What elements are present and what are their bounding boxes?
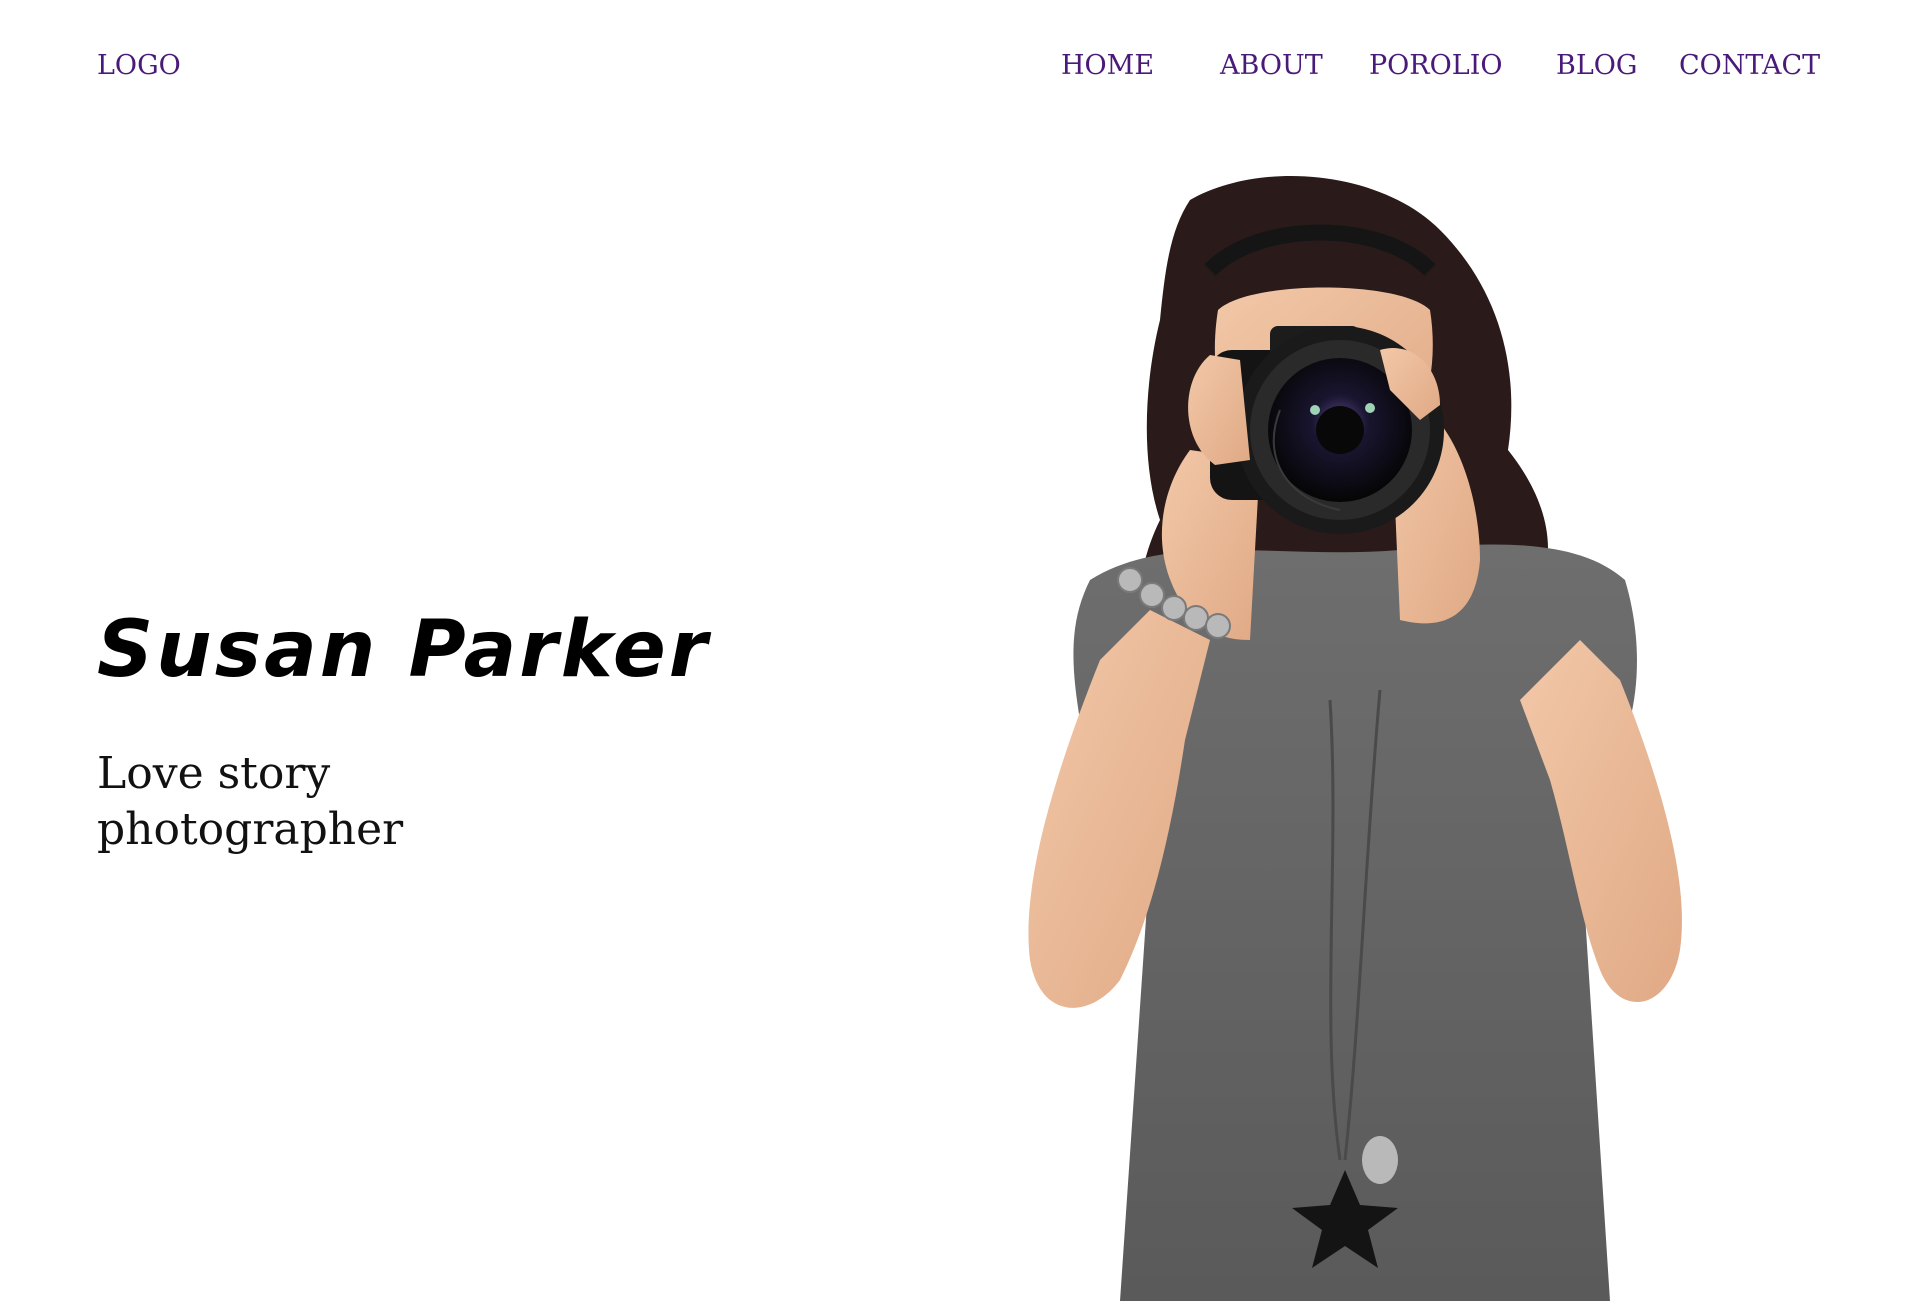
nav-blog-link[interactable]: BLOG xyxy=(1556,48,1637,84)
nav-home-link[interactable]: HOME xyxy=(1061,48,1154,84)
nav-about-link[interactable]: ABOUT xyxy=(1220,48,1323,84)
hero-photo xyxy=(960,160,1840,1301)
hero-title: Susan Parker xyxy=(97,605,711,695)
nav-porolio-link[interactable]: POROLIO xyxy=(1369,48,1503,84)
nav-contact-link[interactable]: CONTACT xyxy=(1679,48,1820,84)
photographer-illustration xyxy=(1028,176,1682,1301)
hero-subtitle: Love story photographer xyxy=(97,748,404,855)
logo-link[interactable]: LOGO xyxy=(97,48,181,84)
